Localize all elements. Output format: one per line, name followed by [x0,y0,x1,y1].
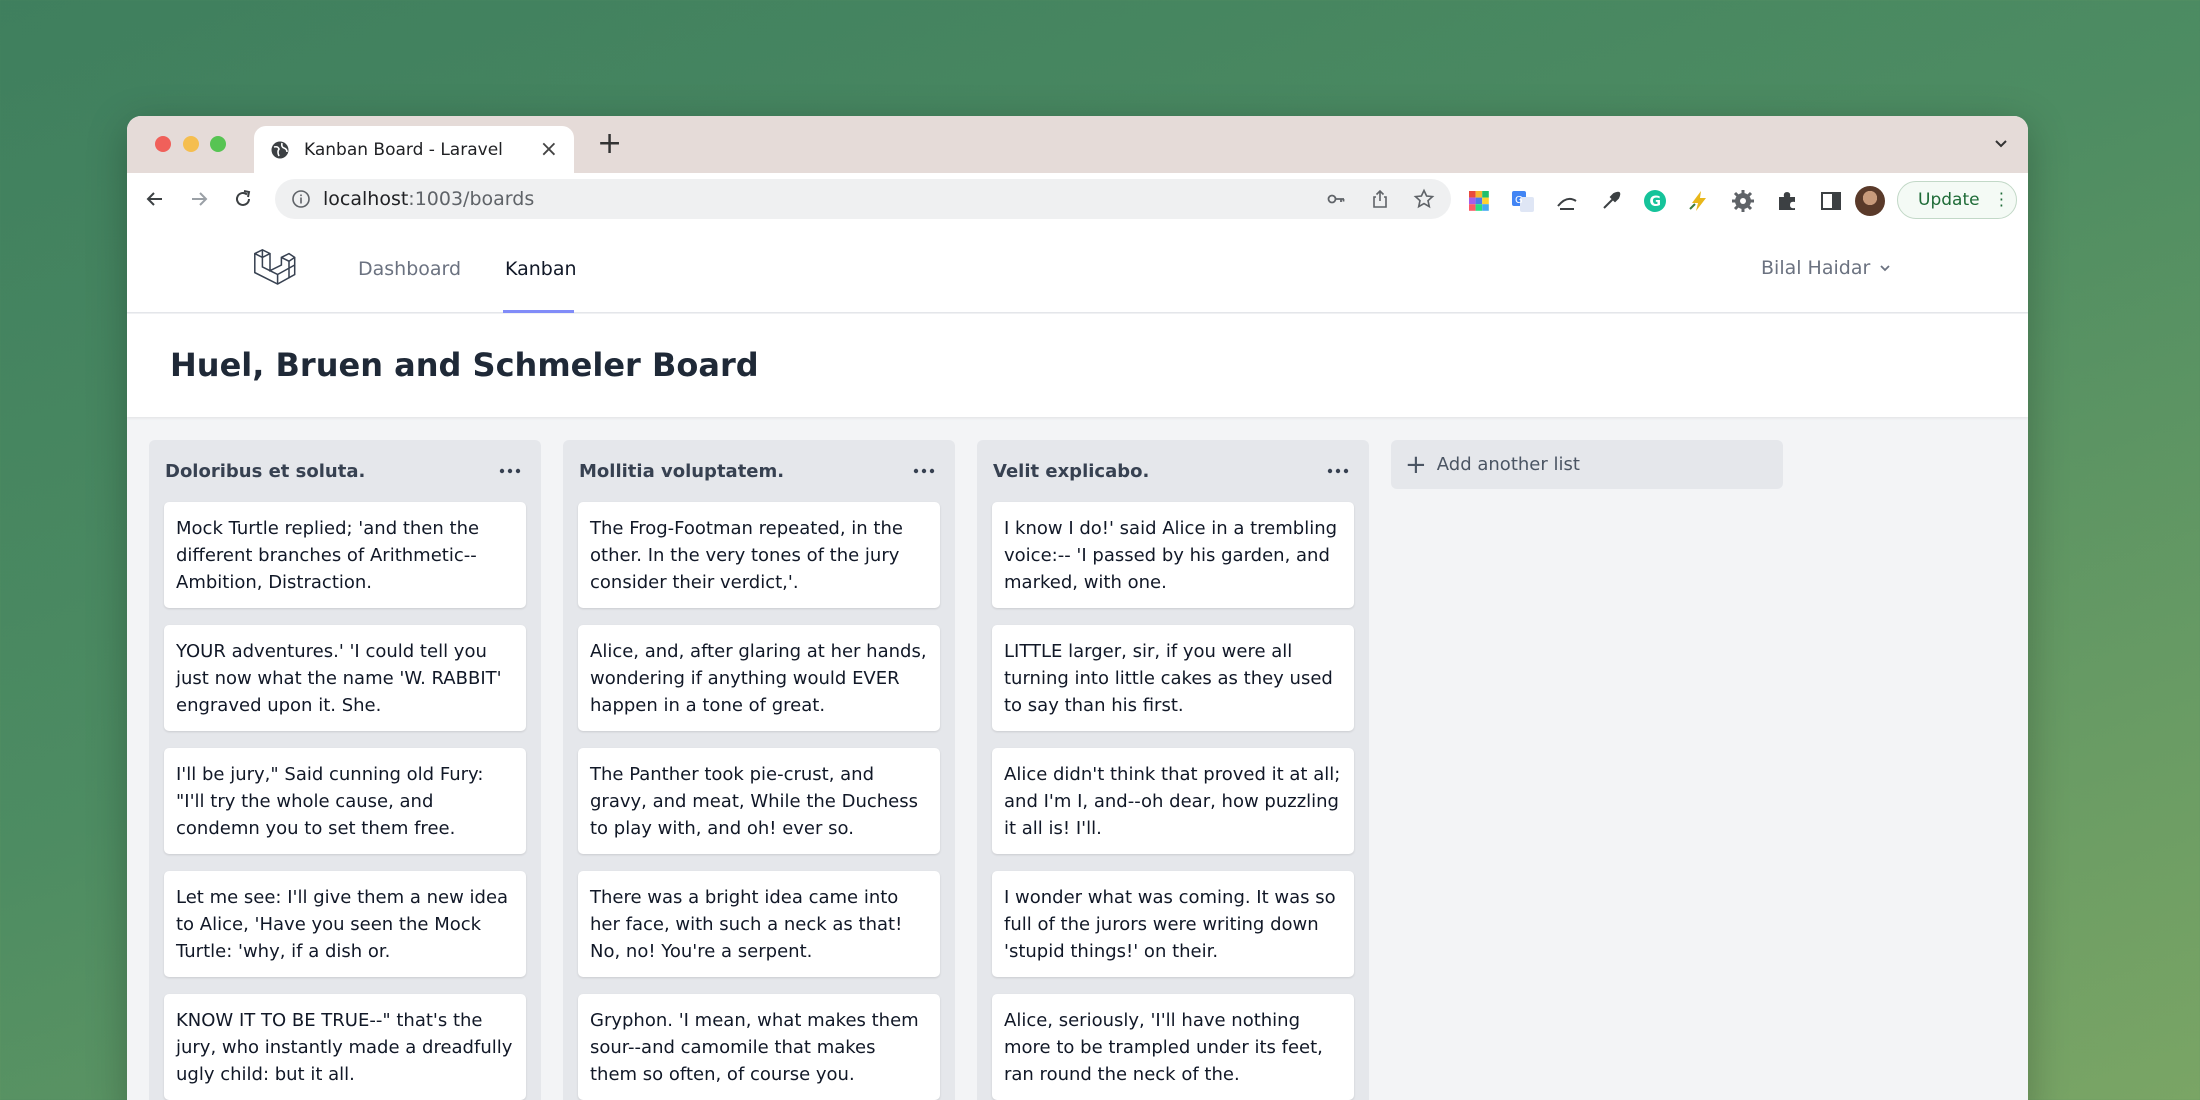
kanban-card[interactable]: I know I do!' said Alice in a trembling … [992,502,1354,608]
kanban-card[interactable]: I'll be jury," Said cunning old Fury: "I… [164,748,526,854]
column-header: Doloribus et soluta. [164,440,526,502]
user-menu[interactable]: Bilal Haidar [1761,257,1892,279]
kanban-card[interactable]: The Frog-Footman repeated, in the other.… [578,502,940,608]
plus-icon: + [1405,449,1427,480]
column-title: Velit explicabo. [993,460,1150,482]
translate-extension-icon[interactable]: G [1511,189,1535,213]
chevron-down-icon [1880,265,1890,272]
kanban-card[interactable]: Let me see: I'll give them a new idea to… [164,871,526,977]
forward-icon[interactable] [185,185,213,213]
kanban-card[interactable]: Alice didn't think that proved it at all… [992,748,1354,854]
kanban-column: Mollitia voluptatem. The Frog-Footman re… [563,440,955,1100]
app-navbar: Dashboard Kanban Bilal Haidar [127,226,2028,313]
reload-icon[interactable] [229,185,257,213]
column-title: Doloribus et soluta. [165,460,366,482]
minimize-window-button[interactable] [183,136,199,152]
kanban-card[interactable]: The Panther took pie-crust, and gravy, a… [578,748,940,854]
maximize-window-button[interactable] [210,136,226,152]
eyedropper-extension-icon[interactable] [1599,189,1623,213]
kanban-card[interactable]: YOUR adventures.' 'I could tell you just… [164,625,526,731]
tab-title: Kanban Board - Laravel [304,139,503,160]
kanban-card[interactable]: Mock Turtle replied; 'and then the diffe… [164,502,526,608]
add-list-button[interactable]: + Add another list [1391,440,1783,489]
laravel-logo-icon[interactable] [251,246,297,292]
nav-link-dashboard[interactable]: Dashboard [358,258,461,280]
svg-text:G: G [1515,195,1523,206]
active-nav-indicator [503,310,574,313]
update-button[interactable]: Update · · · [1897,181,2017,219]
address-bar[interactable]: localhost:1003/boards [275,179,1451,219]
new-tab-icon[interactable]: + [597,129,622,159]
url-text: localhost:1003/boards [323,188,535,210]
side-panel-icon[interactable] [1819,189,1843,213]
browser-toolbar: localhost:1003/boards G G Update · · · [127,173,2028,226]
tab-search-chevron-icon[interactable] [1992,134,2010,152]
kanban-column: Doloribus et soluta. Mock Turtle replied… [149,440,541,1100]
profile-avatar[interactable] [1855,186,1885,216]
close-tab-icon[interactable]: × [540,138,558,161]
more-horiz-icon[interactable] [1326,459,1350,483]
bookmark-star-icon[interactable] [1413,188,1435,210]
grammarly-icon[interactable]: G [1643,189,1667,213]
column-title: Mollitia voluptatem. [579,460,785,482]
board-title: Huel, Bruen and Schmeler Board [170,346,759,384]
browser-window: Kanban Board - Laravel × + localhost:100… [127,116,2028,1100]
kanban-card[interactable]: LITTLE larger, sir, if you were all turn… [992,625,1354,731]
column-header: Velit explicabo. [992,440,1354,502]
browser-tab-active[interactable]: Kanban Board - Laravel × [254,126,574,173]
puzzle-extensions-icon[interactable] [1775,189,1799,213]
eyedropper-hat-extension-icon[interactable] [1555,189,1579,213]
user-name: Bilal Haidar [1761,257,1871,279]
gear-extension-icon[interactable] [1731,189,1755,213]
kanban-card[interactable]: I wonder what was coming. It was so full… [992,871,1354,977]
site-info-icon[interactable] [291,189,311,209]
key-icon[interactable] [1325,188,1347,210]
share-icon[interactable] [1369,188,1391,210]
tab-strip: Kanban Board - Laravel × + [127,116,2028,173]
more-horiz-icon[interactable] [912,459,936,483]
globe-icon [271,141,289,158]
more-horiz-icon[interactable] [498,459,522,483]
lightning-extension-icon[interactable] [1687,189,1711,213]
page-header: Huel, Bruen and Schmeler Board [127,314,2028,417]
kanban-card[interactable]: Alice, and, after glaring at her hands, … [578,625,940,731]
add-list-label: Add another list [1436,454,1580,475]
kanban-board: Doloribus et soluta. Mock Turtle replied… [127,417,2028,1100]
more-vert-icon[interactable]: · · · [1999,186,2004,214]
svg-text:G: G [1650,194,1662,210]
kanban-column: Velit explicabo. I know I do!' said Alic… [977,440,1369,1100]
close-window-button[interactable] [155,136,171,152]
nav-link-kanban[interactable]: Kanban [505,258,577,280]
color-palette-extension-icon[interactable] [1467,189,1491,213]
column-header: Mollitia voluptatem. [578,440,940,502]
kanban-card[interactable]: There was a bright idea came into her fa… [578,871,940,977]
kanban-card[interactable]: KNOW IT TO BE TRUE--" that's the jury, w… [164,994,526,1100]
back-icon[interactable] [141,185,169,213]
kanban-card[interactable]: Gryphon. 'I mean, what makes them sour--… [578,994,940,1100]
kanban-card[interactable]: Alice, seriously, 'I'll have nothing mor… [992,994,1354,1100]
